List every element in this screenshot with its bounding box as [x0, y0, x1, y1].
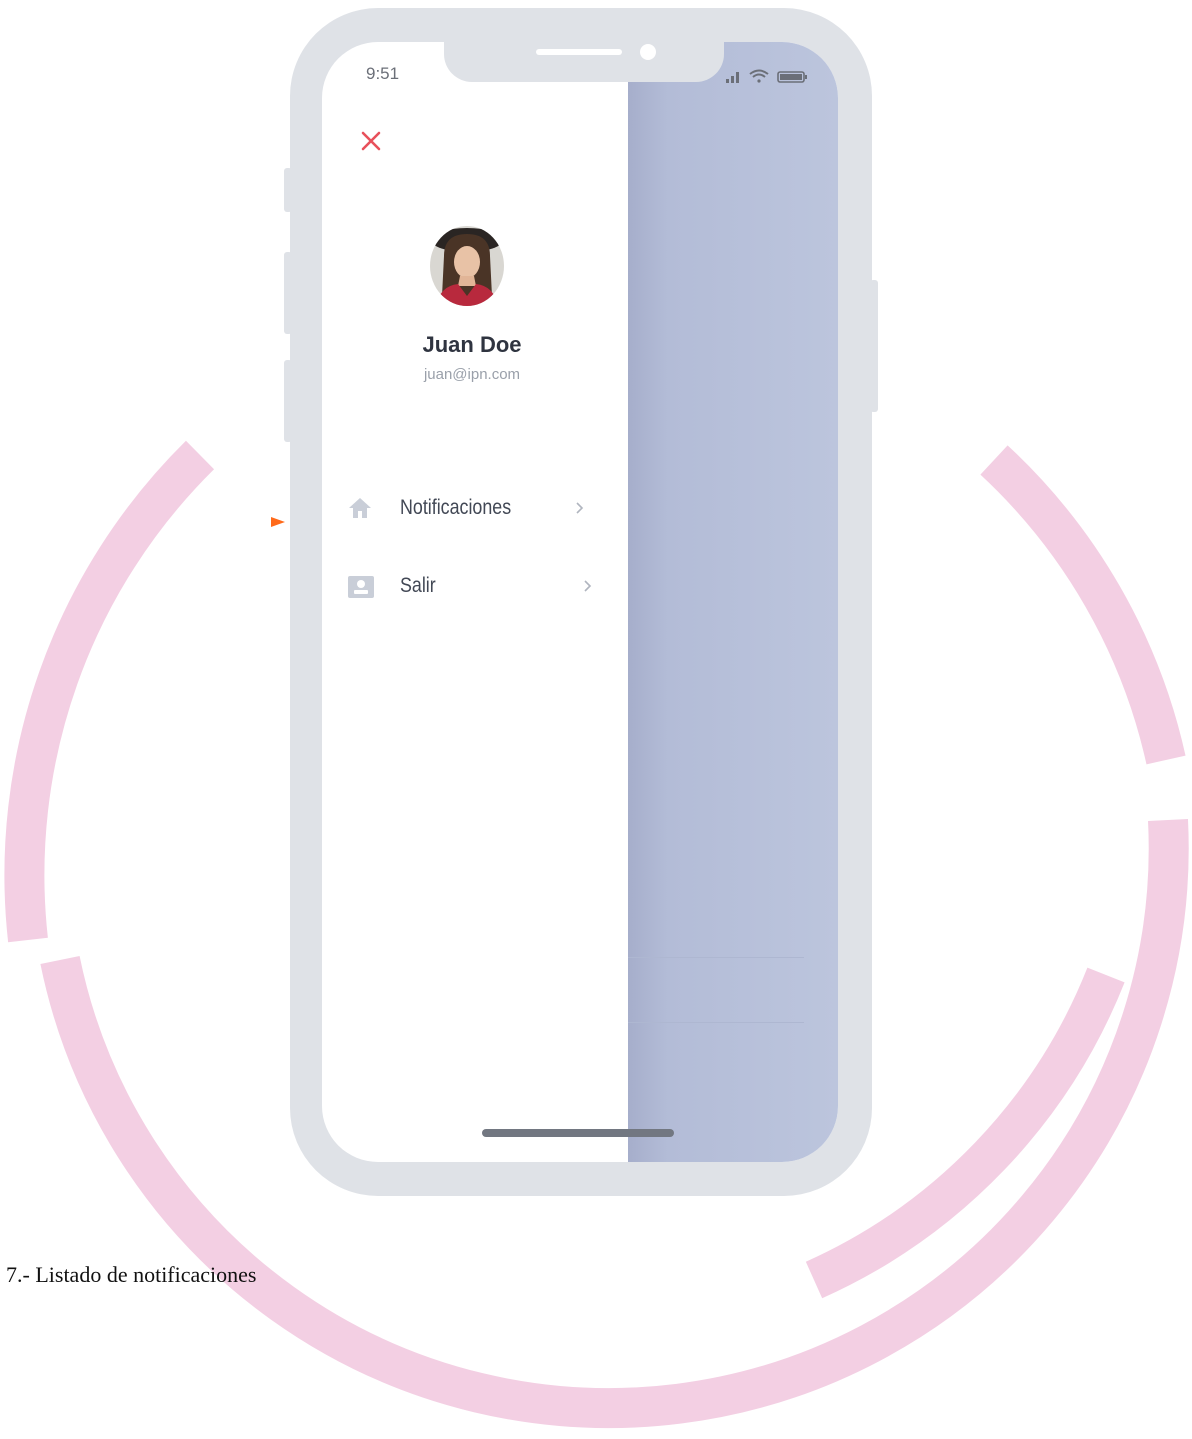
ring-arc-left — [4, 440, 215, 943]
menu-item-label: Notificaciones — [400, 496, 512, 519]
camera — [640, 44, 656, 60]
menu-item-label: Salir — [400, 574, 436, 597]
phone-volume-up-button — [284, 252, 292, 334]
drawer-overlay[interactable] — [628, 42, 838, 1162]
phone-notch — [444, 42, 724, 82]
status-icons — [726, 68, 816, 84]
home-indicator[interactable] — [482, 1129, 674, 1137]
status-time: 9:51 — [366, 64, 400, 83]
wifi-icon — [749, 69, 769, 83]
figure-caption: 7.- Listado de notificaciones — [6, 1262, 257, 1287]
phone-volume-down-button — [284, 360, 292, 442]
menu-item-notificaciones[interactable]: Notificaciones — [346, 488, 606, 528]
contact-card-icon — [346, 574, 374, 598]
speaker — [536, 49, 622, 55]
phone-screen: 9:51 Juan Doe juan@ipn.com Notificacione… — [322, 42, 838, 1162]
pointer-marker-icon — [271, 515, 285, 527]
phone-power-button — [870, 280, 878, 412]
user-name: Juan Doe — [422, 332, 522, 357]
chevron-right-icon — [582, 576, 594, 596]
chevron-right-icon — [574, 498, 586, 518]
ring-arc-right-outer — [980, 445, 1186, 765]
home-icon — [346, 496, 374, 520]
battery-icon — [777, 71, 807, 83]
close-icon[interactable] — [360, 130, 382, 152]
phone-side-button — [284, 168, 292, 212]
user-email: juan@ipn.com — [423, 366, 521, 383]
signal-icon — [726, 72, 739, 83]
list-divider — [628, 1022, 804, 1023]
avatar — [430, 226, 504, 306]
list-divider — [628, 957, 804, 958]
menu-item-salir[interactable]: Salir — [346, 566, 606, 606]
